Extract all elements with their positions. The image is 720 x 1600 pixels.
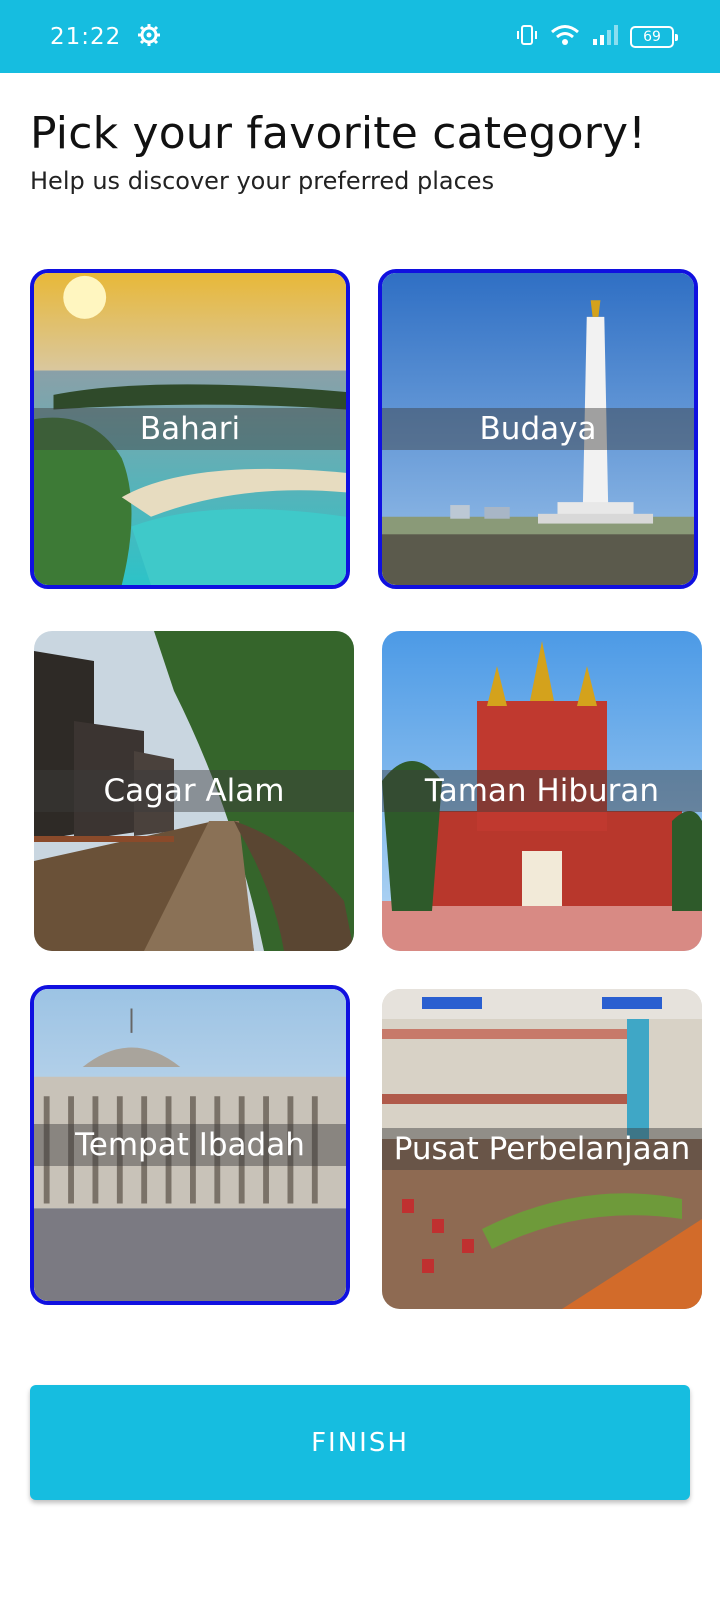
category-card-cagar-alam[interactable]: Cagar Alam [34,631,354,951]
category-card-taman-hiburan[interactable]: Taman Hiburan [382,631,702,951]
wifi-icon [550,23,580,51]
signal-icon [592,23,618,51]
category-card-pusat-perbelanjaan[interactable]: Pusat Perbelanjaan [382,989,702,1309]
category-label: Budaya [382,408,694,450]
category-label: Cagar Alam [34,770,354,812]
gear-icon [137,23,161,51]
category-card-budaya[interactable]: Budaya [378,269,698,589]
category-card-bahari[interactable]: Bahari [30,269,350,589]
status-bar: 21:22 69 [0,0,720,73]
category-label: Bahari [34,408,346,450]
page-subtitle: Help us discover your preferred places [30,167,495,195]
category-label: Pusat Perbelanjaan [382,1128,702,1170]
page-title: Pick your favorite category! [30,108,647,159]
battery-icon: 69 [630,25,678,48]
status-time: 21:22 [50,23,122,50]
finish-button[interactable]: FINISH [30,1385,690,1500]
category-label: Taman Hiburan [382,770,702,812]
vibrate-icon [516,23,538,51]
category-card-tempat-ibadah[interactable]: Tempat Ibadah [30,985,350,1305]
category-label: Tempat Ibadah [34,1124,346,1166]
